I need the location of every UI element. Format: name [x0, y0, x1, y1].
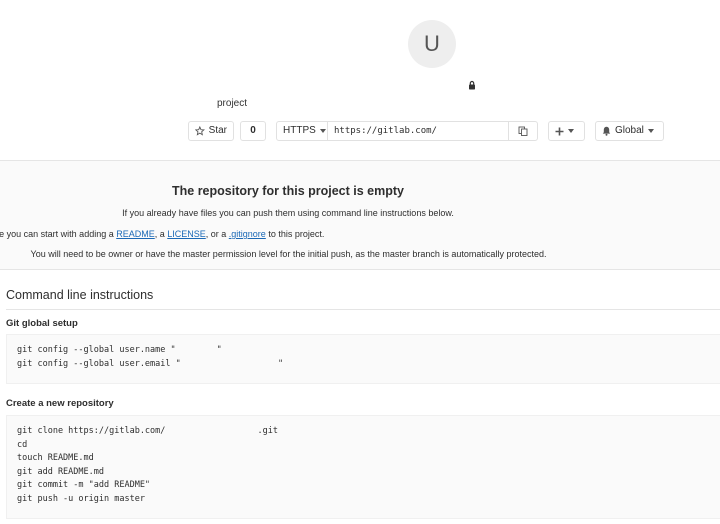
chevron-down-icon [568, 129, 574, 133]
protocol-label: HTTPS [283, 125, 316, 136]
notification-label: Global [615, 125, 644, 136]
gitignore-link[interactable]: .gitignore [229, 229, 266, 239]
star-count-value: 0 [250, 125, 256, 136]
empty-repo-line1: If you already have files you can push t… [122, 208, 454, 218]
notification-dropdown[interactable]: Global [595, 121, 664, 141]
protocol-dropdown[interactable]: HTTPS [276, 121, 328, 141]
empty-repo-title: The repository for this project is empty [172, 184, 404, 198]
line2-sep2: , or a [205, 229, 229, 239]
plus-icon [555, 127, 564, 135]
chevron-down-icon [319, 129, 326, 133]
license-link[interactable]: LICENSE [167, 229, 206, 239]
empty-repo-line3: You will need to be owner or have the ma… [30, 249, 547, 259]
copy-url-button[interactable] [508, 121, 538, 141]
project-name: project [216, 98, 247, 109]
global-setup-code: git config --global user.name " " git co… [6, 334, 720, 384]
line2-suffix: to this project. [265, 229, 325, 239]
empty-repo-line2: Otherwise you can start with adding a RE… [0, 229, 720, 239]
star-icon [195, 126, 205, 136]
line2-sep1: , a [154, 229, 168, 239]
line2-prefix: Otherwise you can start with adding a [0, 229, 114, 239]
clipboard-icon [518, 126, 528, 136]
instructions-title: Command line instructions [6, 288, 154, 302]
chevron-down-icon [647, 129, 654, 133]
panel-divider [0, 269, 720, 270]
add-dropdown[interactable] [548, 121, 585, 141]
readme-link[interactable]: README [116, 229, 155, 239]
project-avatar: U [408, 20, 456, 68]
new-repo-code: git clone https://gitlab.com/ .git cd to… [6, 415, 720, 519]
clone-url-input[interactable]: https://gitlab.com/ [328, 121, 508, 141]
star-button[interactable]: Star [188, 121, 234, 141]
project-header: U project Star 0 HTTPS https://gitlab.co… [0, 0, 720, 160]
global-setup-title: Git global setup [6, 318, 78, 329]
star-label: Star [208, 125, 227, 136]
bell-icon [602, 126, 611, 136]
instructions-divider [6, 309, 720, 310]
star-count[interactable]: 0 [240, 121, 266, 141]
new-repo-title: Create a new repository [6, 398, 114, 409]
lock-icon [469, 80, 475, 90]
